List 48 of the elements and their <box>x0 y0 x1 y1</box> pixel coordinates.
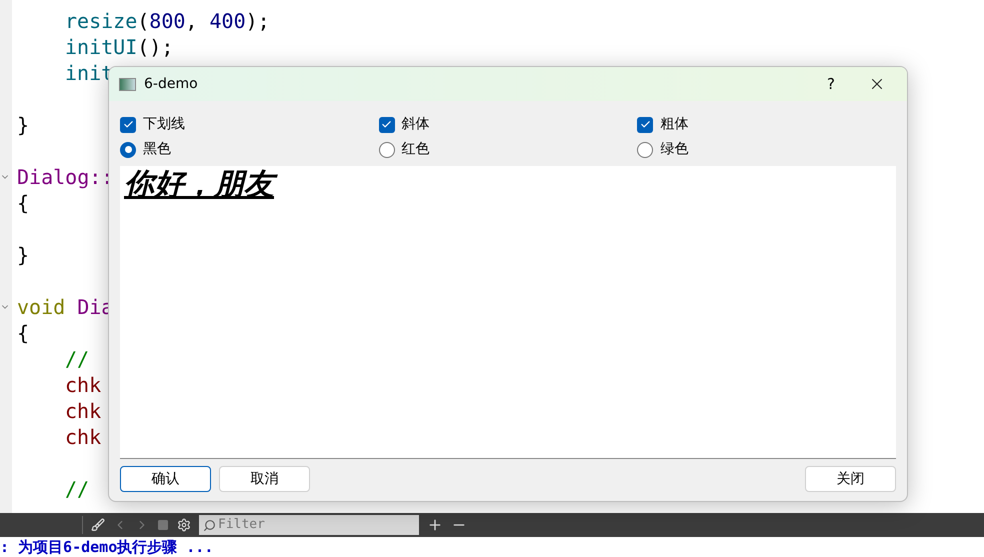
code-token: // <box>64 346 90 372</box>
add-icon[interactable] <box>427 517 443 533</box>
check-icon <box>381 119 392 130</box>
dialog-button[interactable]: 确认 <box>120 466 211 492</box>
radio-option[interactable]: 黑色 <box>120 140 171 159</box>
check-icon <box>122 119 134 130</box>
text-area[interactable]: 你好，朋友 <box>120 166 896 459</box>
radio-button[interactable] <box>637 142 654 158</box>
app-icon <box>119 78 136 90</box>
stop-icon[interactable] <box>157 519 169 531</box>
checkbox-option[interactable]: 粗体 <box>637 115 688 134</box>
code-token: , <box>185 8 198 34</box>
output-text: : 为项目6-demo执行步骤 ... <box>0 536 214 557</box>
code-token: void <box>17 294 66 320</box>
checkbox-option[interactable]: 下划线 <box>120 115 185 134</box>
code-token: resize <box>64 8 138 34</box>
code-token: ); <box>246 8 270 34</box>
code-token: chk <box>64 398 102 424</box>
settings-icon[interactable] <box>177 518 191 532</box>
dialog-button[interactable]: 取消 <box>219 466 310 492</box>
help-button[interactable]: ? <box>808 67 854 101</box>
checkbox[interactable] <box>637 116 654 132</box>
code-token: 400 <box>210 8 246 34</box>
code-token: chk <box>64 372 102 398</box>
checkbox[interactable] <box>120 116 136 132</box>
code-token: { <box>17 190 30 216</box>
window-title: 6-demo <box>144 74 198 94</box>
brush-icon[interactable] <box>91 518 105 532</box>
radio-button[interactable] <box>378 142 395 158</box>
code-token: (); <box>137 34 174 60</box>
code-token: ( <box>137 8 150 34</box>
dialog-button[interactable]: 关闭 <box>805 466 896 492</box>
check-icon <box>640 119 651 130</box>
code-token: 800 <box>149 8 186 34</box>
search-icon <box>203 518 216 532</box>
code-token: { <box>17 320 30 346</box>
radio-option[interactable]: 绿色 <box>637 140 688 159</box>
code-token: } <box>17 112 30 138</box>
code-token: initUI <box>64 34 138 60</box>
code-token: init <box>64 60 114 86</box>
checkbox[interactable] <box>378 116 395 132</box>
code-token: } <box>17 242 30 268</box>
code-token: chk <box>64 424 102 450</box>
radio-option[interactable]: 红色 <box>378 140 430 159</box>
code-token: // <box>64 476 90 502</box>
radio-button[interactable] <box>120 142 136 158</box>
code-token: Dialog:: <box>17 164 114 190</box>
checkbox-option[interactable]: 斜体 <box>378 115 430 134</box>
